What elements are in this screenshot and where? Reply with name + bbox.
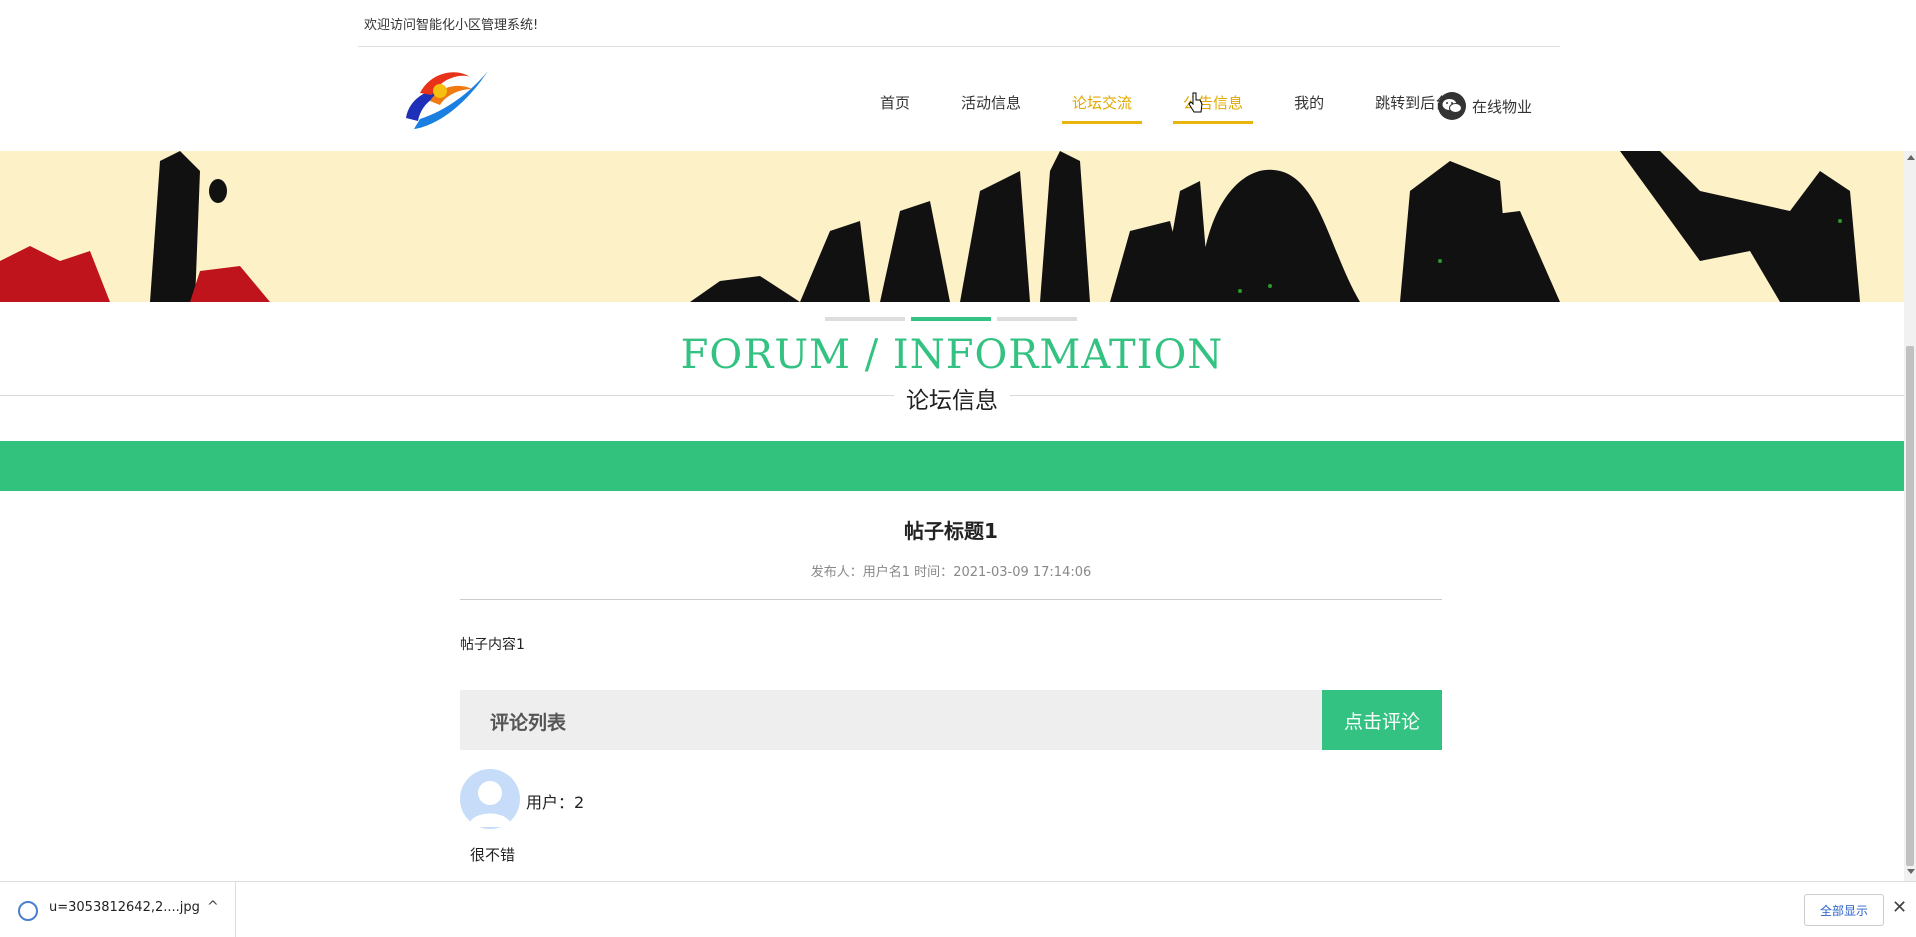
page-scrollbar[interactable] xyxy=(1904,151,1916,881)
post-meta: 发布人：用户名1 时间：2021-03-09 17:14:06 xyxy=(460,561,1442,580)
wechat-icon xyxy=(1438,92,1466,120)
add-comment-button[interactable]: 点击评论 xyxy=(1322,690,1442,750)
section-title-en: FORUM / INFORMATION xyxy=(680,332,1224,378)
close-icon[interactable]: ✕ xyxy=(1892,897,1907,918)
top-welcome-bar: 欢迎访问智能化小区管理系统! xyxy=(358,0,1560,47)
download-bar: u=3053812642,2....jpg ^ 全部显示 ✕ xyxy=(0,881,1916,937)
scroll-up-icon[interactable] xyxy=(1907,155,1915,160)
comment-list-header: 评论列表 点击评论 xyxy=(460,690,1442,750)
post-author: 用户名1 xyxy=(862,565,911,580)
download-filename[interactable]: u=3053812642,2....jpg xyxy=(49,900,200,915)
site-logo[interactable] xyxy=(400,63,492,135)
comment-user-label: 用户： xyxy=(526,793,575,812)
comment-text: 很不错 xyxy=(470,846,516,864)
hero-banner xyxy=(0,151,1904,302)
nav-mine[interactable]: 我的 xyxy=(1284,93,1334,113)
show-all-button[interactable]: 全部显示 xyxy=(1804,894,1884,926)
nav-notice[interactable]: 公告信息 xyxy=(1173,93,1254,124)
nav-activity[interactable]: 活动信息 xyxy=(951,93,1031,113)
mouse-cursor-icon xyxy=(1188,92,1203,113)
crowd-silhouette-image xyxy=(0,151,1904,302)
time-label: 时间： xyxy=(914,565,954,580)
scroll-down-icon[interactable] xyxy=(1907,869,1915,874)
nav-home[interactable]: 首页 xyxy=(870,93,920,113)
site-header: 首页 活动信息 论坛交流 公告信息 我的 跳转到后台 在线物业 xyxy=(0,47,1904,151)
post-body: 帖子内容1 xyxy=(460,637,525,653)
avatar xyxy=(460,769,520,829)
chevron-up-icon[interactable]: ^ xyxy=(207,899,219,915)
main-nav: 首页 活动信息 论坛交流 公告信息 我的 跳转到后台 xyxy=(870,93,1491,133)
welcome-text: 欢迎访问智能化小区管理系统! xyxy=(364,18,539,33)
section-title-cn-wrap: 论坛信息 xyxy=(0,381,1904,415)
image-file-icon xyxy=(18,901,38,921)
author-label: 发布人： xyxy=(810,565,863,580)
online-service-label: 在线物业 xyxy=(1472,97,1533,116)
comment-user-name: 2 xyxy=(574,793,585,812)
section-title-cn: 论坛信息 xyxy=(894,388,1010,414)
post-title: 帖子标题1 xyxy=(904,519,998,543)
post-divider xyxy=(460,599,1442,600)
download-item[interactable]: u=3053812642,2....jpg ^ xyxy=(0,882,236,937)
scrollbar-thumb[interactable] xyxy=(1906,346,1914,866)
comment-user: 用户：2 xyxy=(526,789,584,813)
nav-forum[interactable]: 论坛交流 xyxy=(1062,93,1143,124)
post-time: 2021-03-09 17:14:06 xyxy=(953,565,1092,580)
comment-list-title: 评论列表 xyxy=(490,712,567,734)
green-band xyxy=(0,441,1904,491)
nav-online-service[interactable]: 在线物业 xyxy=(1438,92,1532,120)
